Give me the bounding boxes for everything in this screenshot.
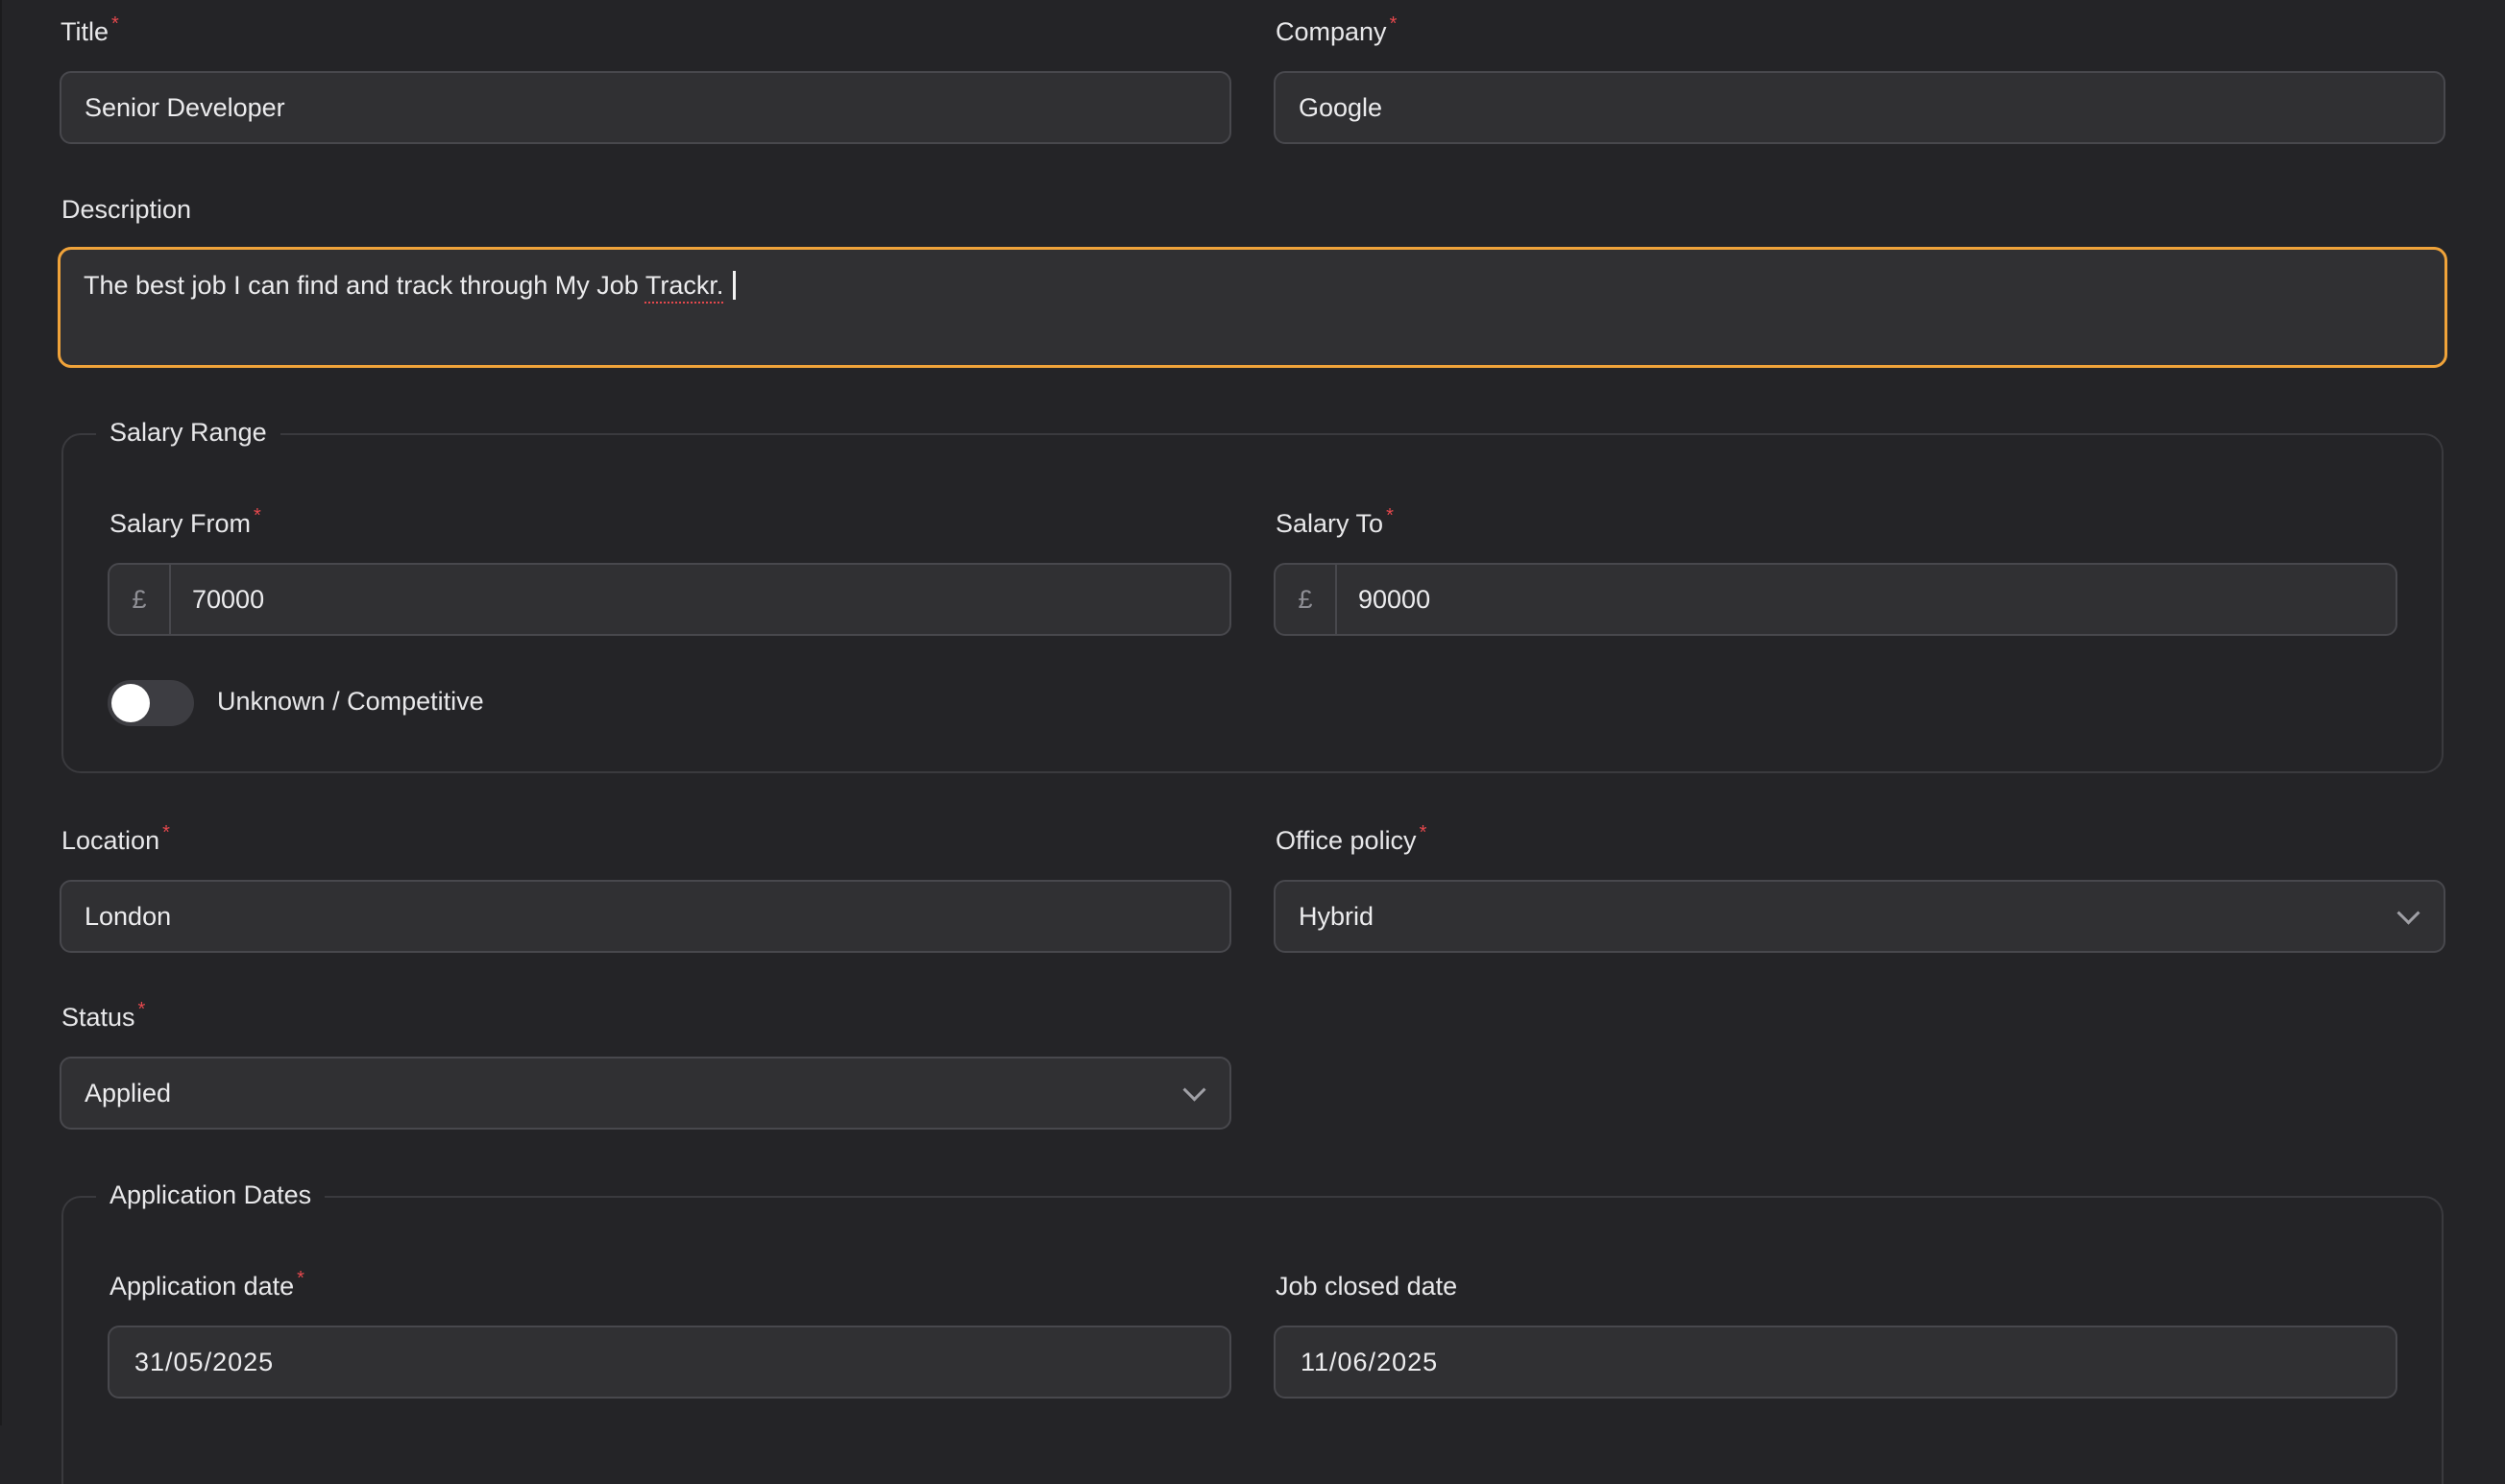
company-input-value: Google [1299,92,1383,122]
required-marker: * [137,999,146,1020]
status-label-text: Status [61,1003,135,1032]
salary-to-input[interactable]: £ 90000 [1274,563,2397,636]
company-label: Company * [1276,13,1398,47]
required-marker: * [111,13,119,35]
unknown-competitive-toggle[interactable] [108,680,194,726]
status-select[interactable]: Applied [60,1057,1231,1130]
application-date-label-text: Application date [109,1272,295,1301]
application-date-label: Application date * [109,1268,304,1302]
description-label-text: Description [61,195,192,224]
salary-from-value: 70000 [192,584,265,614]
office-policy-select[interactable]: Hybrid [1274,880,2445,953]
location-label-text: Location [61,826,160,855]
required-marker: * [162,822,170,843]
page-edge [0,0,2,1425]
location-input[interactable]: London [60,880,1231,953]
salary-from-input[interactable]: £ 70000 [108,563,1231,636]
currency-prefix: £ [1276,565,1337,634]
required-marker: * [1386,505,1394,526]
status-label: Status * [61,999,146,1033]
title-label-text: Title [61,17,109,46]
salary-to-value: 90000 [1358,584,1431,614]
salary-range-legend: Salary Range [96,417,280,448]
application-dates-legend: Application Dates [96,1180,326,1210]
chevron-down-icon [2396,901,2420,925]
job-closed-date-input[interactable]: 11/06/2025 [1274,1326,2397,1399]
office-policy-label-text: Office policy [1276,826,1417,855]
currency-prefix: £ [109,565,171,634]
required-marker: * [1389,13,1398,35]
office-policy-value: Hybrid [1299,901,1374,931]
spellcheck-flagged-word: Trackr. [644,271,724,300]
salary-to-label-text: Salary To [1276,509,1384,538]
required-marker: * [297,1268,304,1289]
title-label: Title * [61,13,119,47]
salary-to-label: Salary To * [1276,505,1394,539]
location-input-value: London [85,901,172,931]
company-input[interactable]: Google [1274,71,2445,144]
location-label: Location * [61,822,170,856]
title-input[interactable]: Senior Developer [60,71,1231,144]
job-closed-date-value: 11/06/2025 [1301,1347,1439,1376]
job-closed-date-label-text: Job closed date [1276,1272,1458,1301]
description-textarea-value: The best job I can find and track throug… [84,271,737,301]
description-label: Description [61,194,191,225]
chevron-down-icon [1182,1078,1206,1102]
required-marker: * [1419,822,1427,843]
application-date-value: 31/05/2025 [134,1347,275,1376]
job-closed-date-label: Job closed date [1276,1271,1457,1302]
salary-from-label: Salary From * [109,505,261,539]
description-textarea[interactable]: The best job I can find and track throug… [58,247,2447,368]
office-policy-label: Office policy * [1276,822,1427,856]
application-date-input[interactable]: 31/05/2025 [108,1326,1231,1399]
company-label-text: Company [1276,17,1387,46]
unknown-competitive-label[interactable]: Unknown / Competitive [217,686,484,717]
toggle-knob [111,684,150,722]
text-caret [733,271,737,300]
description-text: The best job I can find and track throug… [84,271,645,300]
salary-from-label-text: Salary From [109,509,252,538]
status-value: Applied [85,1078,172,1107]
required-marker: * [254,505,261,526]
title-input-value: Senior Developer [85,92,285,122]
